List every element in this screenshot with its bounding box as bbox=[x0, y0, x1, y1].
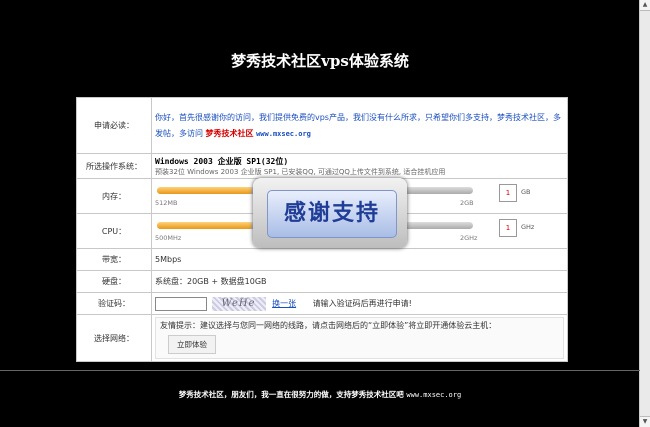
notice-url[interactable]: www.mxsec.org bbox=[256, 130, 311, 138]
disk-value: 系统盘：20GB + 数据盘10GB bbox=[151, 270, 568, 293]
os-label: 所选操作系统： bbox=[76, 153, 152, 179]
os-cell: Windows 2003 企业版 SP1(32位) 预装32位 Windows … bbox=[151, 153, 568, 179]
row-network: 选择网络： 友情提示：建议选择与您同一网络的线路，请点击网络后的“立即体验”将立… bbox=[76, 314, 568, 362]
network-cell: 友情提示：建议选择与您同一网络的线路，请点击网络后的“立即体验”将立即开通体验云… bbox=[151, 314, 568, 362]
row-os: 所选操作系统： Windows 2003 企业版 SP1(32位) 预装32位 … bbox=[76, 153, 568, 179]
memory-unit: GB bbox=[521, 188, 531, 196]
network-tip: 友情提示：建议选择与您同一网络的线路，请点击网络后的“立即体验”将立即开通体验云… bbox=[160, 321, 497, 330]
notice-brand[interactable]: 梦秀技术社区 bbox=[206, 129, 254, 138]
captcha-tip: 请输入验证码后再进行申请! bbox=[312, 299, 412, 308]
row-bandwidth: 带宽： 5Mbps bbox=[76, 248, 568, 271]
footer-url[interactable]: www.mxsec.org bbox=[406, 391, 461, 399]
bandwidth-value: 5Mbps bbox=[151, 248, 568, 271]
cpu-unit: GHz bbox=[521, 223, 535, 231]
start-trial-button[interactable]: 立即体验 bbox=[168, 335, 216, 354]
captcha-refresh-link[interactable]: 换一张 bbox=[272, 299, 296, 308]
footer-divider bbox=[0, 370, 640, 371]
captcha-image: WeHe bbox=[211, 296, 266, 311]
network-label: 选择网络： bbox=[76, 314, 152, 362]
thanks-overlay: 感谢支持 bbox=[253, 178, 407, 248]
cpu-max-label: 2GHz bbox=[460, 234, 478, 242]
vertical-scrollbar[interactable]: ▲ ▼ bbox=[639, 0, 650, 427]
row-disk: 硬盘： 系统盘：20GB + 数据盘10GB bbox=[76, 270, 568, 293]
footer: 梦秀技术社区，朋友们，我一直在很努力的做，支持梦秀技术社区吧 www.mxsec… bbox=[0, 389, 640, 400]
cpu-slider-fill bbox=[157, 222, 252, 229]
cpu-value-box[interactable]: 1 bbox=[499, 219, 517, 237]
memory-max-label: 2GB bbox=[460, 199, 474, 207]
notice-label: 申请必读： bbox=[76, 97, 152, 154]
disk-label: 硬盘： bbox=[76, 270, 152, 293]
os-description: 预装32位 Windows 2003 企业版 SP1, 已安装QQ, 可通过QQ… bbox=[155, 167, 446, 176]
cpu-label: CPU： bbox=[76, 213, 152, 249]
os-title: Windows 2003 企业版 SP1(32位) bbox=[155, 156, 289, 166]
cpu-min-label: 500MHz bbox=[155, 234, 182, 242]
memory-min-label: 512MB bbox=[155, 199, 178, 207]
network-box: 友情提示：建议选择与您同一网络的线路，请点击网络后的“立即体验”将立即开通体验云… bbox=[155, 317, 564, 359]
captcha-cell: WeHe 换一张 请输入验证码后再进行申请! bbox=[151, 292, 568, 315]
memory-label: 内存： bbox=[76, 178, 152, 214]
page-title: 梦秀技术社区vps体验系统 bbox=[231, 52, 409, 70]
scroll-down-arrow-icon[interactable]: ▼ bbox=[640, 416, 650, 427]
row-notice: 申请必读： 你好，首先很感谢你的访问，我们提供免费的vps产品，我们没有什么所求… bbox=[76, 97, 568, 154]
thanks-overlay-text: 感谢支持 bbox=[267, 190, 397, 238]
memory-value-box[interactable]: 1 bbox=[499, 184, 517, 202]
row-captcha: 验证码： WeHe 换一张 请输入验证码后再进行申请! bbox=[76, 292, 568, 315]
notice-cell: 你好，首先很感谢你的访问，我们提供免费的vps产品，我们没有什么所求，只希望你们… bbox=[151, 97, 568, 154]
bandwidth-label: 带宽： bbox=[76, 248, 152, 271]
captcha-label: 验证码： bbox=[76, 292, 152, 315]
scroll-up-arrow-icon[interactable]: ▲ bbox=[640, 0, 650, 11]
memory-slider-fill bbox=[157, 187, 252, 194]
footer-text: 梦秀技术社区，朋友们，我一直在很努力的做，支持梦秀技术社区吧 bbox=[178, 390, 404, 399]
captcha-input[interactable] bbox=[155, 296, 207, 311]
